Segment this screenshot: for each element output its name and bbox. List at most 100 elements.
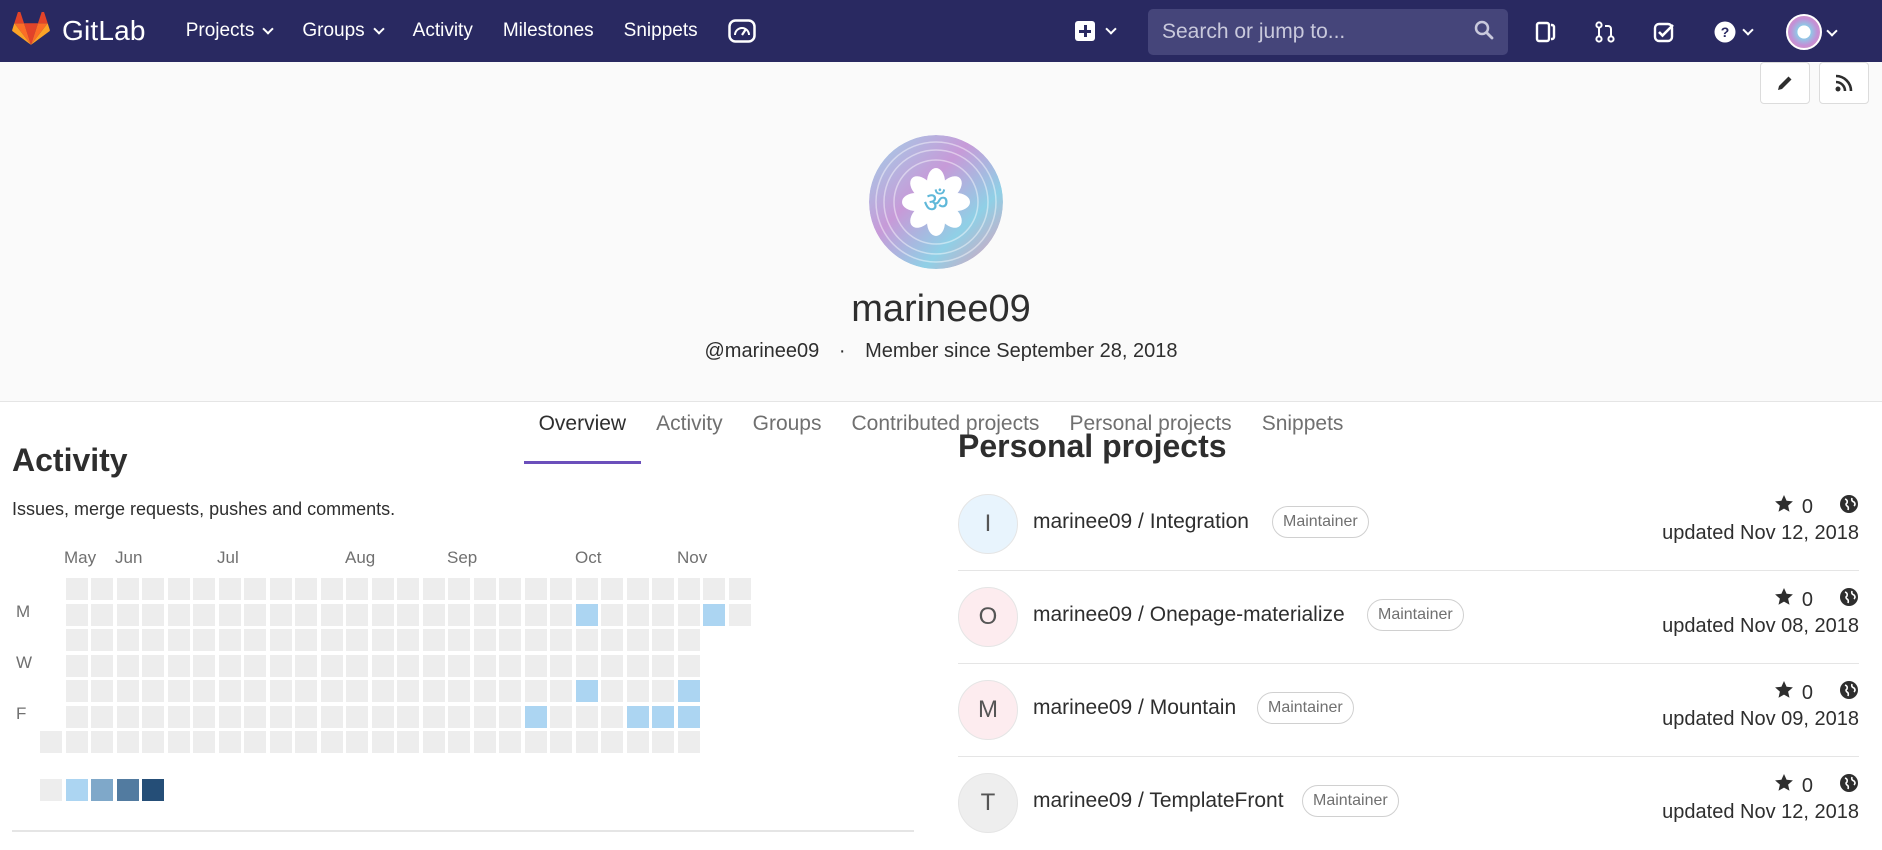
project-avatar[interactable]: O <box>958 587 1018 647</box>
contribution-cell[interactable] <box>65 705 88 728</box>
contribution-cell[interactable] <box>218 603 241 626</box>
contribution-cell[interactable] <box>320 603 343 626</box>
contribution-cell[interactable] <box>575 629 598 651</box>
contribution-cell[interactable] <box>320 705 343 728</box>
contribution-cell[interactable] <box>677 654 700 677</box>
contribution-cell[interactable] <box>422 731 445 753</box>
contribution-cell[interactable] <box>346 731 368 753</box>
contribution-cell[interactable] <box>218 654 241 677</box>
contribution-cell[interactable] <box>346 705 368 728</box>
contribution-cell[interactable] <box>448 629 470 651</box>
contribution-cell[interactable] <box>422 705 445 728</box>
project-avatar[interactable]: T <box>958 773 1018 833</box>
contribution-cell[interactable] <box>448 603 470 626</box>
contribution-cell[interactable] <box>167 603 190 626</box>
contribution-cell[interactable] <box>320 731 343 753</box>
tab-snippets[interactable]: Snippets <box>1247 400 1359 464</box>
contribution-cell[interactable] <box>295 629 317 651</box>
contribution-cell[interactable] <box>601 578 623 600</box>
contribution-cell[interactable] <box>550 680 572 702</box>
contribution-cell[interactable] <box>728 578 751 600</box>
contribution-cell[interactable] <box>575 578 598 600</box>
contribution-cell[interactable] <box>652 578 674 600</box>
contribution-cell[interactable] <box>448 654 470 677</box>
contribution-cell[interactable] <box>65 731 88 753</box>
nav-projects[interactable]: Projects <box>186 20 275 42</box>
contribution-cell[interactable] <box>116 603 139 626</box>
contribution-cell[interactable] <box>193 705 215 728</box>
contribution-cell[interactable] <box>295 578 317 600</box>
contribution-cell[interactable] <box>677 731 700 753</box>
contribution-cell[interactable] <box>499 654 521 677</box>
contribution-cell[interactable] <box>626 654 649 677</box>
contribution-cell[interactable] <box>397 603 419 626</box>
contribution-cell[interactable] <box>499 680 521 702</box>
contribution-cell[interactable] <box>346 654 368 677</box>
contribution-cell[interactable] <box>371 680 394 702</box>
project-name-link[interactable]: marinee09 / Integration <box>1033 510 1249 534</box>
contribution-cell[interactable] <box>524 578 547 600</box>
contribution-cell[interactable] <box>167 654 190 677</box>
contribution-cell[interactable] <box>295 731 317 753</box>
contribution-cell[interactable] <box>371 629 394 651</box>
contribution-cell[interactable] <box>473 680 496 702</box>
contribution-cell[interactable] <box>91 578 113 600</box>
contribution-cell[interactable] <box>320 654 343 677</box>
contribution-cell[interactable] <box>397 654 419 677</box>
contribution-cell[interactable] <box>371 603 394 626</box>
contribution-cell[interactable] <box>65 680 88 702</box>
contribution-cell[interactable] <box>422 629 445 651</box>
project-name-link[interactable]: marinee09 / Onepage-materialize <box>1033 603 1345 627</box>
contribution-cell[interactable] <box>575 705 598 728</box>
contribution-cell[interactable] <box>626 578 649 600</box>
new-item-dropdown[interactable] <box>1075 0 1117 62</box>
contribution-cell[interactable] <box>269 705 292 728</box>
contribution-cell[interactable] <box>524 705 547 728</box>
contribution-cell[interactable] <box>524 680 547 702</box>
project-avatar[interactable]: I <box>958 494 1018 554</box>
contribution-cell[interactable] <box>626 680 649 702</box>
contribution-cell[interactable] <box>677 578 700 600</box>
project-avatar[interactable]: M <box>958 680 1018 740</box>
contribution-cell[interactable] <box>550 603 572 626</box>
contribution-cell[interactable] <box>295 680 317 702</box>
contribution-cell[interactable] <box>269 654 292 677</box>
contribution-cell[interactable] <box>142 629 164 651</box>
contribution-cell[interactable] <box>244 629 266 651</box>
gitlab-home-link[interactable]: GitLab <box>12 9 146 51</box>
contribution-cell[interactable] <box>652 680 674 702</box>
contribution-cell[interactable] <box>652 705 674 728</box>
contribution-cell[interactable] <box>397 680 419 702</box>
contribution-cell[interactable] <box>193 654 215 677</box>
contribution-cell[interactable] <box>40 731 62 753</box>
contribution-cell[interactable] <box>65 629 88 651</box>
contribution-cell[interactable] <box>320 680 343 702</box>
contribution-cell[interactable] <box>371 654 394 677</box>
contribution-cell[interactable] <box>269 731 292 753</box>
contribution-cell[interactable] <box>218 705 241 728</box>
contribution-cell[interactable] <box>295 654 317 677</box>
contribution-cell[interactable] <box>473 654 496 677</box>
contribution-cell[interactable] <box>575 680 598 702</box>
contribution-cell[interactable] <box>499 731 521 753</box>
nav-groups[interactable]: Groups <box>302 20 385 42</box>
contribution-cell[interactable] <box>244 731 266 753</box>
contribution-cell[interactable] <box>346 603 368 626</box>
contribution-cell[interactable] <box>703 603 725 626</box>
contribution-cell[interactable] <box>473 705 496 728</box>
contribution-cell[interactable] <box>65 603 88 626</box>
contribution-cell[interactable] <box>601 731 623 753</box>
contribution-cell[interactable] <box>422 603 445 626</box>
contribution-cell[interactable] <box>397 705 419 728</box>
contribution-cell[interactable] <box>499 629 521 651</box>
contribution-cell[interactable] <box>116 629 139 651</box>
contribution-cell[interactable] <box>193 731 215 753</box>
contribution-cell[interactable] <box>244 705 266 728</box>
contribution-cell[interactable] <box>550 705 572 728</box>
chevron-down-icon[interactable] <box>1826 25 1838 37</box>
contribution-cell[interactable] <box>142 603 164 626</box>
contribution-cell[interactable] <box>91 629 113 651</box>
contribution-cell[interactable] <box>575 731 598 753</box>
contribution-cell[interactable] <box>91 603 113 626</box>
contribution-cell[interactable] <box>91 705 113 728</box>
